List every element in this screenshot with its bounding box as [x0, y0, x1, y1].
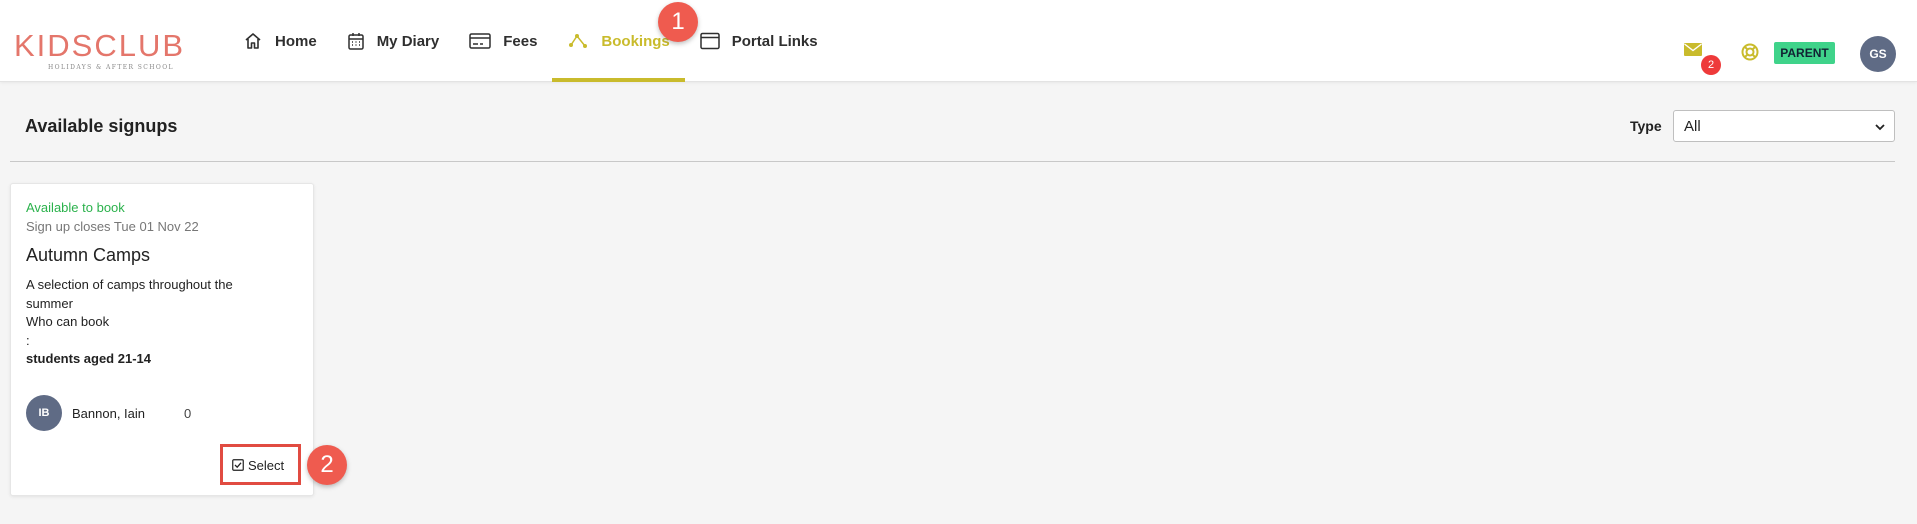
step-2-callout: 2	[307, 445, 347, 485]
nav-item-my-diary[interactable]: My Diary	[332, 0, 455, 82]
step-1-callout: 1	[658, 2, 698, 42]
home-icon	[245, 33, 261, 49]
main-nav: Home My Diary Fees Bookings Portal Links	[228, 0, 833, 82]
child-row: IB Bannon, Iain 0	[26, 395, 191, 431]
top-navigation-bar: KIDSCLUB HOLIDAYS & AFTER SCHOOL Home My…	[0, 0, 1917, 82]
chevron-down-icon	[1875, 124, 1885, 131]
calendar-icon	[347, 33, 364, 50]
type-filter-label: Type	[1630, 118, 1662, 134]
kidsclub-logo[interactable]: KIDSCLUB HOLIDAYS & AFTER SCHOOL	[14, 30, 186, 76]
description-line: summer	[26, 295, 73, 311]
envelope-icon[interactable]	[1683, 42, 1703, 57]
nav-item-portal-links-label: Portal Links	[731, 32, 818, 50]
nav-item-home-label: Home	[275, 32, 317, 50]
who-can-book-label: Who can book	[26, 314, 110, 329]
logo-tagline: HOLIDAYS & AFTER SCHOOL	[48, 64, 174, 71]
messages-count-badge: 2	[1701, 55, 1721, 75]
nav-item-home[interactable]: Home	[228, 0, 332, 82]
child-booking-count: 0	[184, 405, 192, 421]
signup-closes-date: Sign up closes Tue 01 Nov 22	[26, 219, 199, 234]
role-badge: PARENT	[1774, 42, 1835, 64]
nav-item-my-diary-label: My Diary	[376, 32, 440, 50]
select-button-label: Select	[248, 457, 285, 473]
description-line: :	[26, 332, 30, 348]
signup-description: A selection of camps throughout the summ…	[26, 276, 286, 369]
type-filter-value: All	[1684, 117, 1701, 135]
help-lifebuoy-icon[interactable]	[1741, 43, 1759, 61]
nav-item-fees[interactable]: Fees	[454, 0, 552, 82]
bookings-icon	[569, 34, 588, 48]
logo-wordmark: KIDSCLUB	[14, 28, 186, 63]
description-line: A selection of camps throughout the	[26, 277, 233, 292]
page-title: Available signups	[25, 116, 178, 136]
signup-title: Autumn Camps	[26, 245, 151, 265]
availability-status: Available to book	[26, 200, 125, 215]
eligibility-text: students aged 21-14	[26, 351, 151, 366]
user-avatar[interactable]: GS	[1860, 36, 1896, 72]
browser-window-icon	[700, 32, 720, 50]
select-button-highlight: Select	[220, 444, 301, 485]
section-divider	[10, 161, 1895, 162]
checkbox-checked-icon	[232, 459, 244, 471]
child-avatar: IB	[26, 395, 62, 431]
nav-item-portal-links[interactable]: Portal Links	[685, 0, 833, 82]
nav-item-fees-label: Fees	[503, 32, 538, 50]
type-filter-select[interactable]: All	[1673, 110, 1895, 142]
select-button[interactable]: Select	[228, 453, 289, 477]
nav-item-bookings-label: Bookings	[601, 32, 670, 50]
credit-card-icon	[469, 33, 491, 49]
child-name: Bannon, Iain	[72, 405, 146, 421]
